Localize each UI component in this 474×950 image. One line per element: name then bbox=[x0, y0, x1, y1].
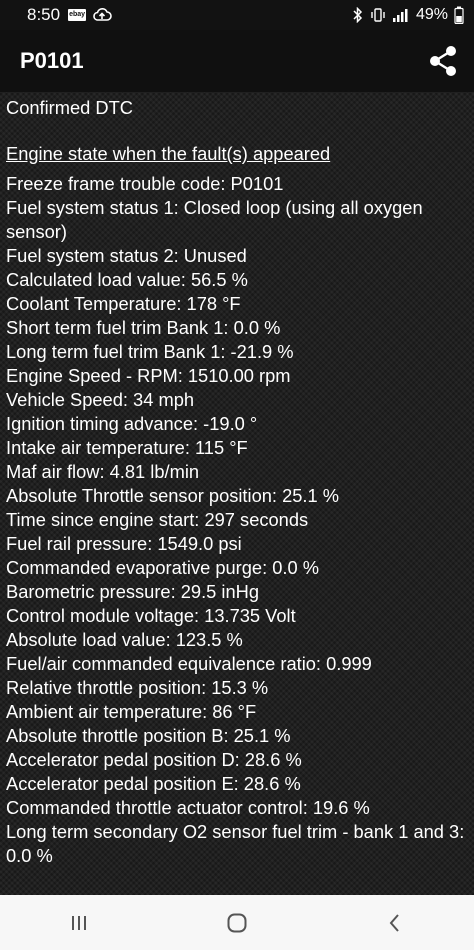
list-item: Commanded throttle actuator control: 19.… bbox=[6, 797, 370, 818]
vibrate-icon bbox=[371, 8, 385, 22]
list-item: Maf air flow: 4.81 lb/min bbox=[6, 461, 200, 482]
system-icons: 49% bbox=[352, 0, 464, 30]
share-icon bbox=[430, 46, 456, 76]
list-item: Short term fuel trim Bank 1: 0.0 % bbox=[6, 317, 281, 338]
list-item: Barometric pressure: 29.5 inHg bbox=[6, 581, 260, 602]
system-nav-bar bbox=[0, 895, 474, 950]
list-item: Relative throttle position: 15.3 % bbox=[6, 677, 269, 698]
list-item: Coolant Temperature: 178 °F bbox=[6, 293, 241, 314]
list-item: Fuel/air commanded equivalence ratio: 0.… bbox=[6, 653, 372, 674]
recent-apps-button[interactable] bbox=[49, 903, 109, 943]
back-button[interactable] bbox=[365, 903, 425, 943]
list-item: Absolute load value: 123.5 % bbox=[6, 629, 243, 650]
cloud-upload-icon bbox=[93, 8, 112, 21]
list-item: Fuel system status 1: Closed loop (using… bbox=[6, 197, 423, 242]
status-bar: 8:50 ebay 49% bbox=[0, 0, 474, 30]
list-item: Absolute Throttle sensor position: 25.1 … bbox=[6, 485, 339, 506]
section-heading: Engine state when the fault(s) appeared bbox=[6, 143, 331, 164]
list-item: Vehicle Speed: 34 mph bbox=[6, 389, 195, 410]
list-item: Long term secondary O2 sensor fuel trim … bbox=[6, 821, 465, 866]
dtc-details: Confirmed DTC Engine state when the faul… bbox=[6, 96, 470, 868]
app-toolbar: P0101 bbox=[0, 30, 474, 92]
list-item: Ambient air temperature: 86 °F bbox=[6, 701, 257, 722]
battery-percent: 49% bbox=[415, 6, 448, 23]
list-item: Engine Speed - RPM: 1510.00 rpm bbox=[6, 365, 291, 386]
back-icon bbox=[389, 913, 399, 932]
signal-icon bbox=[392, 9, 408, 22]
list-item: Time since engine start: 297 seconds bbox=[6, 509, 309, 530]
list-item: Accelerator pedal position E: 28.6 % bbox=[6, 773, 301, 794]
home-icon bbox=[227, 913, 247, 932]
list-item: Fuel system status 2: Unused bbox=[6, 245, 247, 266]
status-time: 8:50 bbox=[27, 5, 61, 24]
home-button[interactable] bbox=[207, 903, 267, 943]
list-item: Calculated load value: 56.5 % bbox=[6, 269, 248, 290]
list-item: Control module voltage: 13.735 Volt bbox=[6, 605, 296, 626]
list-item: Long term fuel trim Bank 1: -21.9 % bbox=[6, 341, 294, 362]
freeze-frame-list: Freeze frame trouble code: P0101 Fuel sy… bbox=[6, 172, 470, 868]
list-item: Accelerator pedal position D: 28.6 % bbox=[6, 749, 302, 770]
list-item: Commanded evaporative purge: 0.0 % bbox=[6, 557, 319, 578]
dtc-status-label: Confirmed DTC bbox=[6, 97, 133, 118]
list-item: Absolute throttle position B: 25.1 % bbox=[6, 725, 291, 746]
page-title: P0101 bbox=[20, 48, 84, 73]
recent-apps-icon bbox=[72, 915, 86, 930]
notification-icons: ebay bbox=[68, 8, 112, 22]
list-item: Intake air temperature: 115 °F bbox=[6, 437, 248, 458]
bluetooth-icon bbox=[353, 7, 363, 23]
ebay-icon: ebay bbox=[68, 9, 87, 21]
share-button[interactable] bbox=[428, 44, 458, 78]
list-item: Ignition timing advance: -19.0 ° bbox=[6, 413, 258, 434]
battery-icon bbox=[454, 6, 464, 24]
list-item: Fuel rail pressure: 1549.0 psi bbox=[6, 533, 242, 554]
list-item: Freeze frame trouble code: P0101 bbox=[6, 173, 284, 194]
